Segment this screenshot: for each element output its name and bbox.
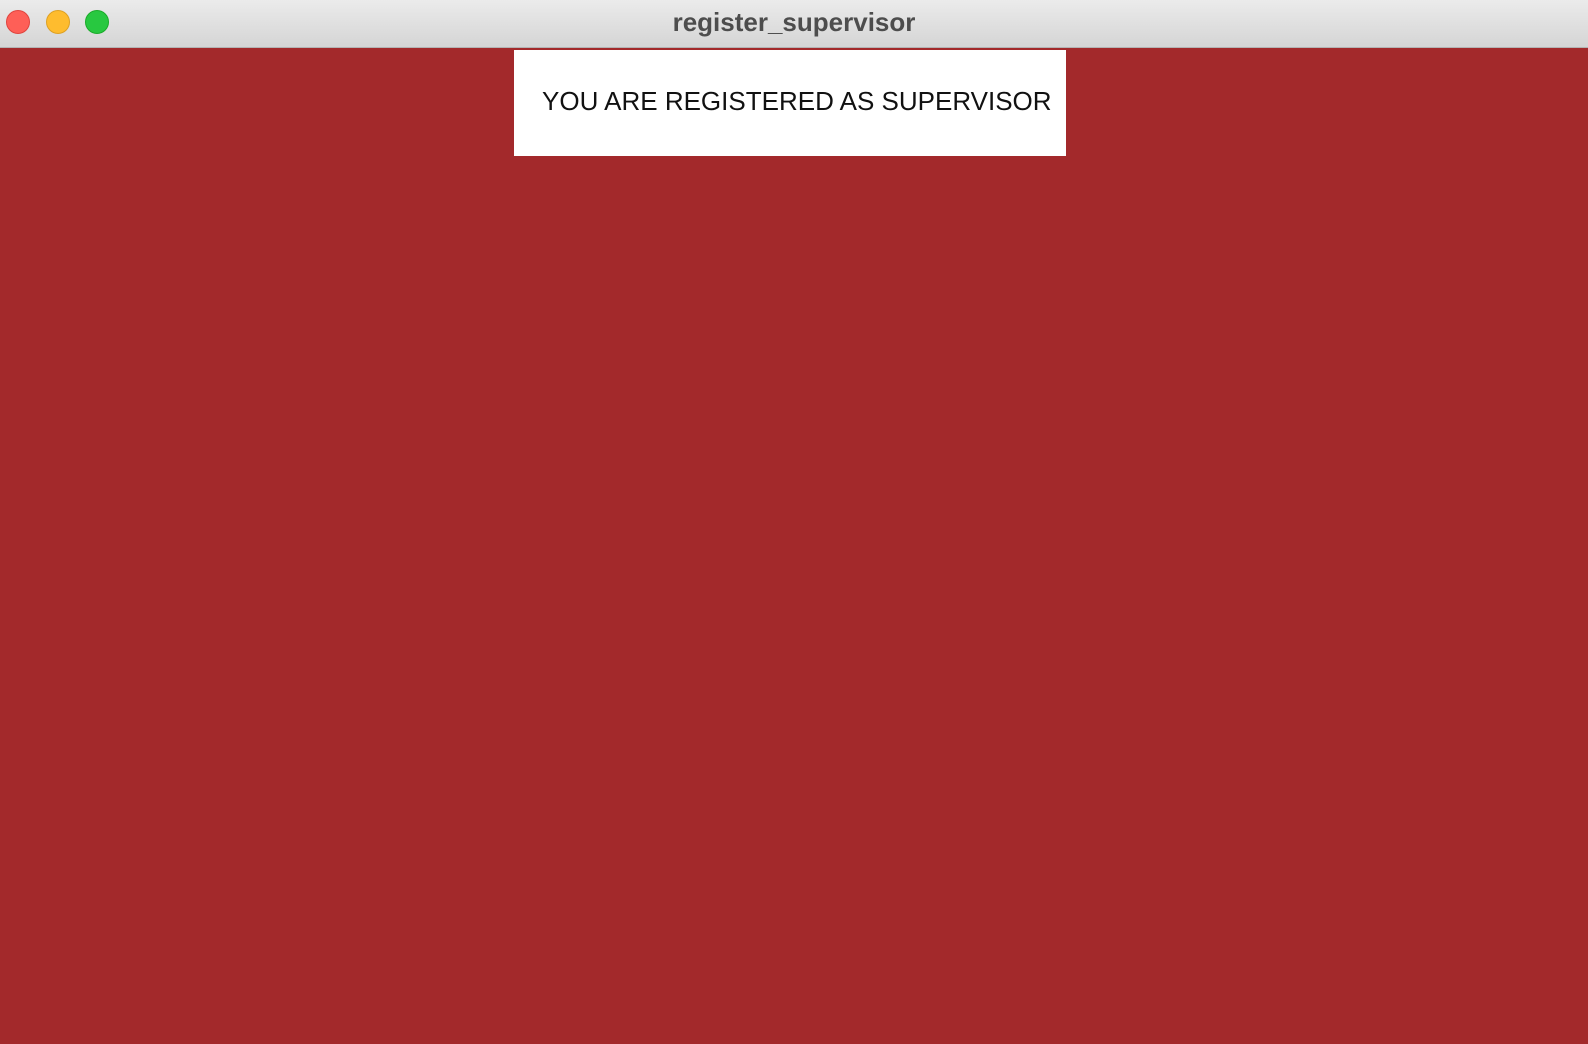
window-title: register_supervisor	[672, 7, 916, 37]
registration-message: YOU ARE REGISTERED AS SUPERVISOR	[542, 86, 1052, 116]
message-box: YOU ARE REGISTERED AS SUPERVISOR	[514, 50, 1066, 156]
app-window: register_supervisor YOU ARE REGISTERED A…	[0, 0, 1588, 1044]
title-bar[interactable]: register_supervisor	[0, 0, 1588, 48]
main-content: YOU ARE REGISTERED AS SUPERVISOR	[0, 48, 1588, 1044]
